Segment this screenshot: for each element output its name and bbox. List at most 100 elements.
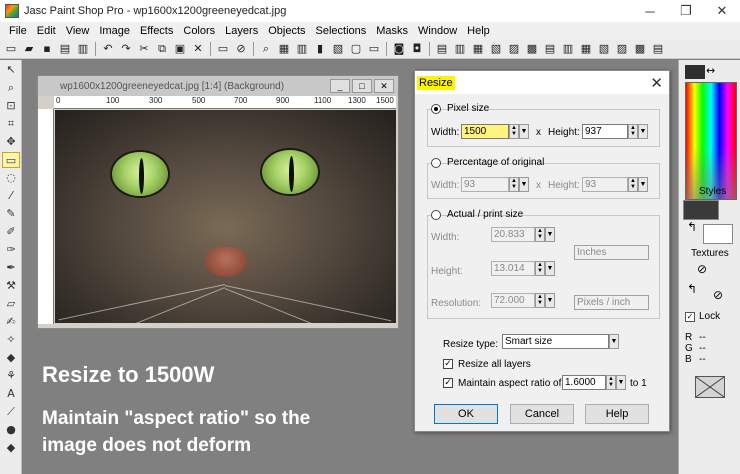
pixel-height-spinner[interactable]: ▲ ▼ <box>628 124 638 139</box>
image-maximize-button[interactable]: □ <box>352 79 372 93</box>
menu-image[interactable]: Image <box>94 25 135 37</box>
aspect-ratio-input[interactable]: 1.6000 <box>562 375 606 390</box>
menu-window[interactable]: Window <box>413 25 462 37</box>
lasso-tool-icon[interactable]: ◌ <box>2 170 20 186</box>
cancel-button[interactable]: Cancel <box>510 404 574 424</box>
retouch-tool-icon[interactable]: ✒ <box>2 260 20 276</box>
tool-i-icon[interactable]: ▦ <box>578 41 594 57</box>
menu-view[interactable]: View <box>61 25 95 37</box>
draw-tool-icon[interactable]: ⟋ <box>2 404 20 420</box>
actual-size-radio[interactable] <box>431 210 441 220</box>
layers-icon[interactable]: ▥ <box>294 41 310 57</box>
scan-icon[interactable]: ▥ <box>75 41 91 57</box>
cat-photo[interactable] <box>55 110 396 323</box>
replace-tool-icon[interactable]: ✑ <box>2 242 20 258</box>
swap-arrow-icon[interactable]: ↰ <box>687 220 697 234</box>
menu-help[interactable]: Help <box>462 25 495 37</box>
pixel-size-radio[interactable] <box>431 104 441 114</box>
open-folder-icon[interactable]: ▰ <box>21 41 37 57</box>
eraser-tool-icon[interactable]: ▱ <box>2 296 20 312</box>
move-tool-icon[interactable]: ✥ <box>2 134 20 150</box>
resolution-input[interactable]: 72.000 <box>491 293 535 308</box>
grid-icon[interactable]: ▦ <box>276 41 292 57</box>
tool-g-icon[interactable]: ▤ <box>542 41 558 57</box>
monitor-icon[interactable]: ▭ <box>215 41 231 57</box>
no-texture-icon[interactable]: ⊘ <box>697 262 707 276</box>
tool-k-icon[interactable]: ▨ <box>614 41 630 57</box>
image-minimize-button[interactable]: _ <box>330 79 350 93</box>
tool-e-icon[interactable]: ▨ <box>506 41 522 57</box>
resolution-dropdown[interactable]: ▼ <box>545 293 555 308</box>
aspect-ratio-spinner[interactable]: ▲ ▼ <box>606 375 616 390</box>
color-picker[interactable] <box>685 82 737 200</box>
picture-tube-tool-icon[interactable]: ⚘ <box>2 368 20 384</box>
lock-checkbox[interactable]: ✓ <box>685 312 695 322</box>
resize-type-select[interactable]: Smart size <box>502 334 609 349</box>
resize-all-layers-checkbox[interactable]: ✓ <box>443 359 453 369</box>
vector-tool-icon[interactable]: ◆ <box>2 440 20 456</box>
capture-icon[interactable]: ◘ <box>409 41 425 57</box>
maintain-aspect-checkbox[interactable]: ✓ <box>443 378 453 388</box>
paste-icon[interactable]: ▣ <box>172 41 188 57</box>
swap-colors-icon[interactable]: ↔ <box>706 64 715 77</box>
histogram-icon[interactable]: ▮ <box>312 41 328 57</box>
tool-d-icon[interactable]: ▧ <box>488 41 504 57</box>
resize-type-dropdown[interactable]: ▼ <box>609 334 619 349</box>
delete-icon[interactable]: ✕ <box>190 41 206 57</box>
menu-objects[interactable]: Objects <box>263 25 310 37</box>
tool-f-icon[interactable]: ▩ <box>524 41 540 57</box>
tool-j-icon[interactable]: ▧ <box>596 41 612 57</box>
actual-height-input[interactable]: 13.014 <box>491 261 535 276</box>
image-close-button[interactable]: ✕ <box>374 79 394 93</box>
tool-b-icon[interactable]: ▥ <box>452 41 468 57</box>
actual-width-spinner[interactable]: ▲ ▼ <box>535 227 545 242</box>
scratch-tool-icon[interactable]: ⚒ <box>2 278 20 294</box>
swap-texture-icon[interactable]: ↰ <box>687 282 697 296</box>
text-tool-icon[interactable]: A <box>2 386 20 402</box>
tool-l-icon[interactable]: ▩ <box>632 41 648 57</box>
palette-icon[interactable]: ▧ <box>330 41 346 57</box>
menu-effects[interactable]: Effects <box>135 25 178 37</box>
percent-height-dropdown[interactable]: ▼ <box>638 177 648 192</box>
percent-width-input[interactable]: 93 <box>461 177 509 192</box>
pen-tool-icon[interactable]: ✍ <box>2 314 20 330</box>
menu-layers[interactable]: Layers <box>220 25 263 37</box>
copy-icon[interactable]: ⧉ <box>154 41 170 57</box>
help-button[interactable]: Help <box>585 404 649 424</box>
resolution-spinner[interactable]: ▲ ▼ <box>535 293 545 308</box>
print-icon[interactable]: ▤ <box>57 41 73 57</box>
percent-height-input[interactable]: 93 <box>582 177 628 192</box>
window-icon[interactable]: ▭ <box>366 41 382 57</box>
percent-width-spinner[interactable]: ▲ ▼ <box>509 177 519 192</box>
actual-width-input[interactable]: 20.833 <box>491 227 535 242</box>
deform-tool-icon[interactable]: ⊡ <box>2 98 20 114</box>
dialog-close-icon[interactable]: ✕ <box>650 74 663 92</box>
tool-h-icon[interactable]: ▥ <box>560 41 576 57</box>
actual-height-dropdown[interactable]: ▼ <box>545 261 555 276</box>
no-entry-icon[interactable]: ⊘ <box>233 41 249 57</box>
flood-fill-tool-icon[interactable]: ◆ <box>2 350 20 366</box>
dropper-tool-icon[interactable]: ⁄ <box>2 188 20 204</box>
crop-tool-icon[interactable]: ⌗ <box>2 116 20 132</box>
zoom-icon[interactable]: ⌕ <box>258 41 274 57</box>
pixel-width-dropdown[interactable]: ▼ <box>519 124 529 139</box>
menu-colors[interactable]: Colors <box>178 25 220 37</box>
close-button[interactable]: ✕ <box>704 0 740 22</box>
ok-button[interactable]: OK <box>434 404 498 424</box>
camera-icon[interactable]: ◙ <box>391 41 407 57</box>
redo-icon[interactable]: ↷ <box>118 41 134 57</box>
foreground-swatch[interactable] <box>685 65 705 79</box>
menu-edit[interactable]: Edit <box>32 25 61 37</box>
tool-c-icon[interactable]: ▦ <box>470 41 486 57</box>
actual-width-dropdown[interactable]: ▼ <box>545 227 555 242</box>
no-texture-bg-icon[interactable]: ⊘ <box>713 288 723 302</box>
pixel-height-input[interactable]: 937 <box>582 124 628 139</box>
brush-tool-icon[interactable]: ✎ <box>2 206 20 222</box>
pixel-width-spinner[interactable]: ▲ ▼ <box>509 124 519 139</box>
percent-width-dropdown[interactable]: ▼ <box>519 177 529 192</box>
menu-selections[interactable]: Selections <box>311 25 372 37</box>
minimize-button[interactable]: ─ <box>632 0 668 22</box>
zoom-tool-icon[interactable]: ⌕ <box>2 80 20 96</box>
menu-masks[interactable]: Masks <box>371 25 413 37</box>
aspect-ratio-dropdown[interactable]: ▼ <box>616 375 626 390</box>
